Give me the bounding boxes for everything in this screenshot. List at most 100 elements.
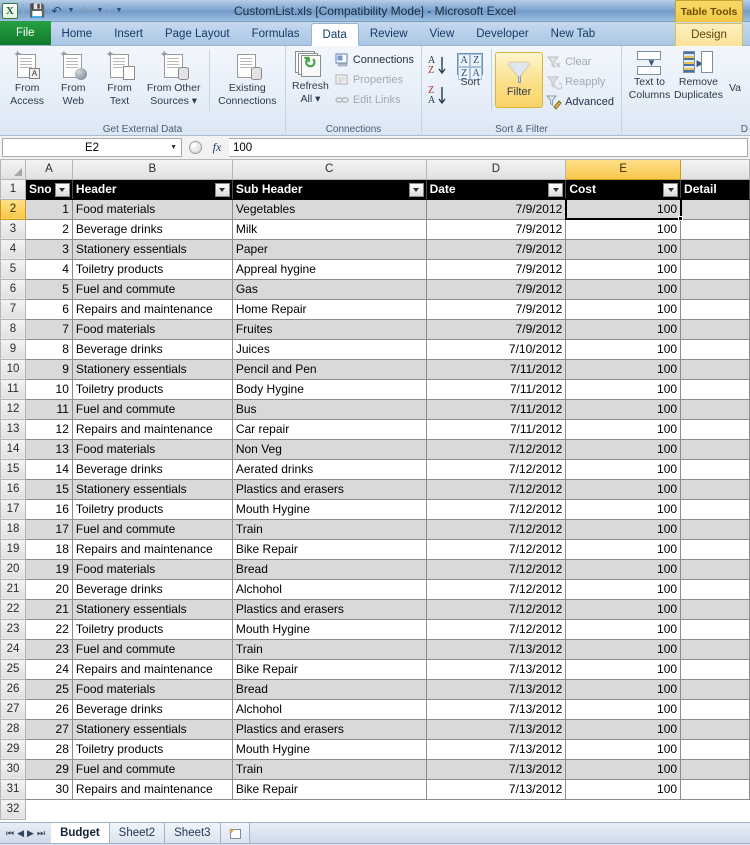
cell-cost[interactable]: 100 [565, 359, 682, 380]
row-header-9[interactable]: 9 [0, 338, 26, 360]
row-header-4[interactable]: 4 [0, 238, 26, 260]
cell-cost[interactable]: 100 [565, 439, 682, 460]
tab-file[interactable]: File [0, 21, 51, 45]
cell-header[interactable]: Food materials [72, 679, 233, 700]
cell-header[interactable]: Toiletry products [72, 619, 233, 640]
cell-date[interactable]: 7/11/2012 [426, 419, 567, 440]
cell-header[interactable]: Fuel and commute [72, 279, 233, 300]
cell-date[interactable]: 7/11/2012 [426, 399, 567, 420]
cell-sub-header[interactable]: Body Hygine [232, 379, 427, 400]
cell-detail[interactable] [680, 319, 750, 340]
cell-sub-header[interactable]: Paper [232, 239, 427, 260]
cell-cost[interactable]: 100 [565, 279, 682, 300]
sort-descending-button[interactable]: Z A [426, 83, 452, 109]
cell-sno[interactable]: 24 [25, 659, 73, 680]
cell-detail[interactable] [680, 599, 750, 620]
refresh-all-button[interactable]: ↻ Refresh All ▾ [290, 49, 331, 107]
column-header-f[interactable] [680, 160, 750, 180]
cell-header[interactable]: Repairs and maintenance [72, 779, 233, 800]
cell-sub-header[interactable]: Non Veg [232, 439, 427, 460]
cell-sno[interactable]: 25 [25, 679, 73, 700]
from-access-button[interactable]: ✦A From Access [4, 49, 50, 109]
row-header-19[interactable]: 19 [0, 538, 26, 560]
cell-header[interactable]: Beverage drinks [72, 339, 233, 360]
cell-cost[interactable]: 100 [565, 499, 682, 520]
cell-sno[interactable]: 15 [25, 479, 73, 500]
row-header-30[interactable]: 30 [0, 758, 26, 780]
cell-sub-header[interactable]: Vegetables [232, 199, 427, 220]
cell-date[interactable]: 7/9/2012 [426, 279, 567, 300]
cell-sno[interactable]: 20 [25, 579, 73, 600]
cell-detail[interactable] [680, 499, 750, 520]
cell-sub-header[interactable]: Milk [232, 219, 427, 240]
cell-sno[interactable]: 7 [25, 319, 73, 340]
properties-button[interactable]: Properties [331, 70, 417, 90]
cell-sno[interactable]: 12 [25, 419, 73, 440]
cell-header[interactable]: Repairs and maintenance [72, 419, 233, 440]
row-header-5[interactable]: 5 [0, 258, 26, 280]
cell-date[interactable]: 7/9/2012 [426, 299, 567, 320]
cell-sub-header[interactable]: Car repair [232, 419, 427, 440]
cell-sub-header[interactable]: Pencil and Pen [232, 359, 427, 380]
quick-access-toolbar[interactable]: X 💾 ↶ ▼ ↷ ▼ ▼ [0, 2, 123, 19]
cell-date[interactable]: 7/13/2012 [426, 639, 567, 660]
cell-detail[interactable] [680, 379, 750, 400]
cell-date[interactable]: 7/9/2012 [426, 239, 567, 260]
cell-sub-header[interactable]: Bus [232, 399, 427, 420]
row-header-15[interactable]: 15 [0, 458, 26, 480]
sheet-tab-budget[interactable]: Budget [51, 823, 110, 843]
cell-date[interactable]: 7/12/2012 [426, 519, 567, 540]
cell-detail[interactable] [680, 199, 750, 220]
row-header-18[interactable]: 18 [0, 518, 26, 540]
column-header-c[interactable]: C [231, 160, 427, 180]
undo-dropdown-icon[interactable]: ▼ [67, 7, 75, 14]
tab-data[interactable]: Data [310, 23, 359, 46]
cell-detail[interactable] [680, 399, 750, 420]
tab-new-tab[interactable]: New Tab [540, 23, 607, 45]
cell-date[interactable]: 7/12/2012 [426, 599, 567, 620]
row-header-14[interactable]: 14 [0, 438, 26, 460]
tab-developer[interactable]: Developer [465, 23, 539, 45]
row-header-29[interactable]: 29 [0, 738, 26, 760]
cell-cost[interactable]: 100 [565, 599, 682, 620]
row-header-32[interactable]: 32 [0, 798, 26, 820]
cell-sub-header[interactable]: Mouth Hygine [232, 739, 427, 760]
sort-ascending-button[interactable]: A Z [426, 53, 452, 79]
cell-cost[interactable]: 100 [565, 739, 682, 760]
empty-cell-d32[interactable] [426, 799, 566, 819]
filter-dropdown-sno[interactable] [54, 182, 70, 197]
insert-function-icon[interactable]: fx [205, 140, 229, 155]
cell-cost[interactable]: 100 [565, 659, 682, 680]
cell-detail[interactable] [680, 699, 750, 720]
cell-header[interactable]: Food materials [72, 319, 233, 340]
cell-date[interactable]: 7/11/2012 [426, 359, 567, 380]
spreadsheet-grid[interactable]: A B C D E 1 Sno Header Sub Header Date C… [0, 160, 750, 822]
cell-sno[interactable]: 28 [25, 739, 73, 760]
row-header-7[interactable]: 7 [0, 298, 26, 320]
row-header-13[interactable]: 13 [0, 418, 26, 440]
redo-dropdown-icon[interactable]: ▼ [96, 7, 104, 14]
next-sheet-icon[interactable]: ▶ [27, 828, 34, 839]
row-header-1[interactable]: 1 [0, 178, 26, 200]
cell-header[interactable]: Stationery essentials [72, 239, 233, 260]
cell-cost[interactable]: 100 [565, 219, 682, 240]
sort-button[interactable]: AZZA Sort [452, 49, 488, 90]
cell-cost[interactable]: 100 [565, 519, 682, 540]
cell-sno[interactable]: 2 [25, 219, 73, 240]
redo-icon[interactable]: ↷ [77, 2, 94, 19]
cell-header[interactable]: Beverage drinks [72, 459, 233, 480]
cell-sub-header[interactable]: Train [232, 639, 427, 660]
filter-dropdown-cost[interactable] [663, 182, 679, 197]
cell-header[interactable]: Stationery essentials [72, 719, 233, 740]
cell-detail[interactable] [680, 779, 750, 800]
cell-detail[interactable] [680, 359, 750, 380]
row-header-25[interactable]: 25 [0, 658, 26, 680]
cell-header[interactable]: Stationery essentials [72, 359, 233, 380]
cell-date[interactable]: 7/13/2012 [426, 719, 567, 740]
cell-sub-header[interactable]: Train [232, 759, 427, 780]
row-header-17[interactable]: 17 [0, 498, 26, 520]
tab-page-layout[interactable]: Page Layout [154, 23, 241, 45]
empty-cell-b32[interactable] [72, 799, 233, 819]
cell-cost[interactable]: 100 [565, 779, 682, 800]
text-to-columns-button[interactable]: ▼ Text to Columns [626, 49, 673, 103]
